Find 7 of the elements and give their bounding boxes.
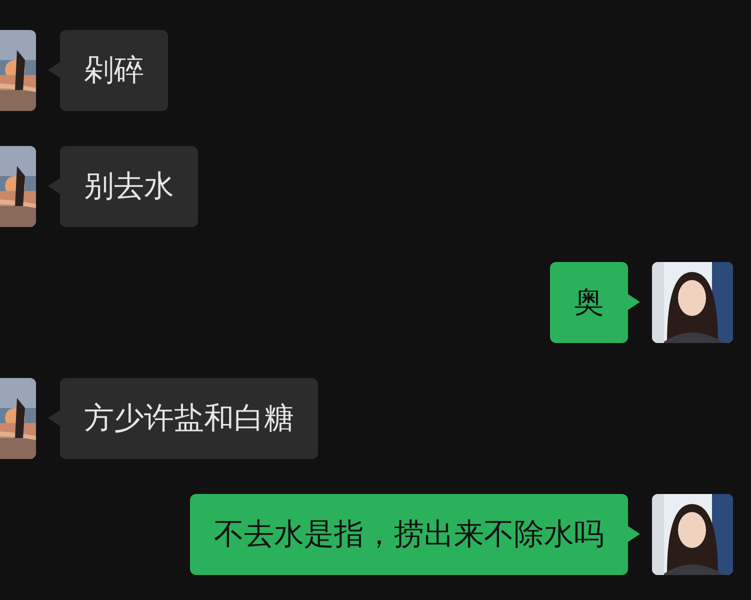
- bubble-tail: [628, 526, 640, 542]
- message-bubble: 剁碎: [60, 30, 168, 111]
- message-bubble: 别去水: [60, 146, 198, 227]
- message-bubble: 奥: [550, 262, 628, 343]
- bubble-tail: [628, 294, 640, 310]
- message-bubble: 不去水是指，捞出来不除水吗: [190, 494, 628, 575]
- message-bubble: 方少许盐和白糖: [60, 378, 318, 459]
